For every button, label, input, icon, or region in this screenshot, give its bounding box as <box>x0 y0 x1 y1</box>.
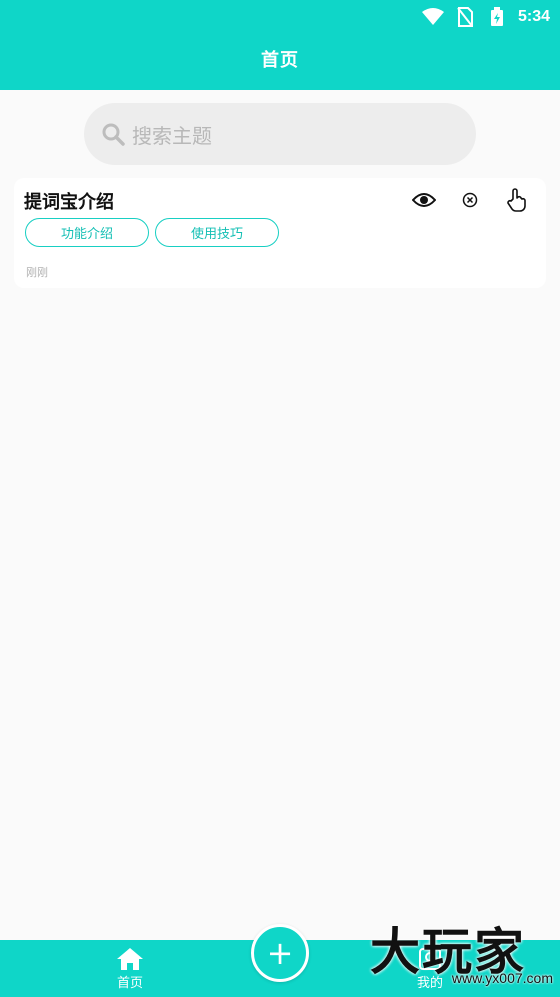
home-icon <box>115 946 145 972</box>
search-input[interactable]: 搜索主题 <box>84 103 476 165</box>
battery-charging-icon <box>486 7 508 27</box>
search-placeholder: 搜索主题 <box>132 123 212 148</box>
search-icon <box>100 121 126 147</box>
card-actions <box>410 186 530 214</box>
top-app-bar: 5:34 首页 <box>0 0 560 90</box>
wifi-icon <box>421 7 444 27</box>
add-button[interactable]: + <box>251 924 309 982</box>
tag-chip[interactable]: 功能介绍 <box>25 218 149 247</box>
hand-pointer-icon[interactable] <box>502 186 530 214</box>
card-timestamp: 刚刚 <box>26 266 48 279</box>
nav-item-home[interactable]: 首页 <box>100 946 160 991</box>
user-icon <box>415 946 445 972</box>
status-time: 5:34 <box>517 8 550 25</box>
page-title: 首页 <box>261 50 299 71</box>
no-sim-icon <box>454 7 476 27</box>
nav-label-mine: 我的 <box>416 976 443 991</box>
nav-item-mine[interactable]: 我的 <box>400 946 460 991</box>
close-circle-icon[interactable] <box>456 186 484 214</box>
script-card[interactable]: 提词宝介绍 功能介绍 使用技巧 刚刚 <box>14 178 546 288</box>
eye-icon[interactable] <box>410 186 438 214</box>
nav-label-home: 首页 <box>116 976 143 991</box>
status-bar: 5:34 <box>421 6 550 28</box>
tag-chip[interactable]: 使用技巧 <box>155 218 279 247</box>
card-title: 提词宝介绍 <box>24 192 114 213</box>
card-tags: 功能介绍 使用技巧 <box>25 218 279 247</box>
app-root: 5:34 首页 搜索主题 提词宝介绍 功能介绍 使用技巧 刚刚 首页 我的 + … <box>0 0 560 997</box>
